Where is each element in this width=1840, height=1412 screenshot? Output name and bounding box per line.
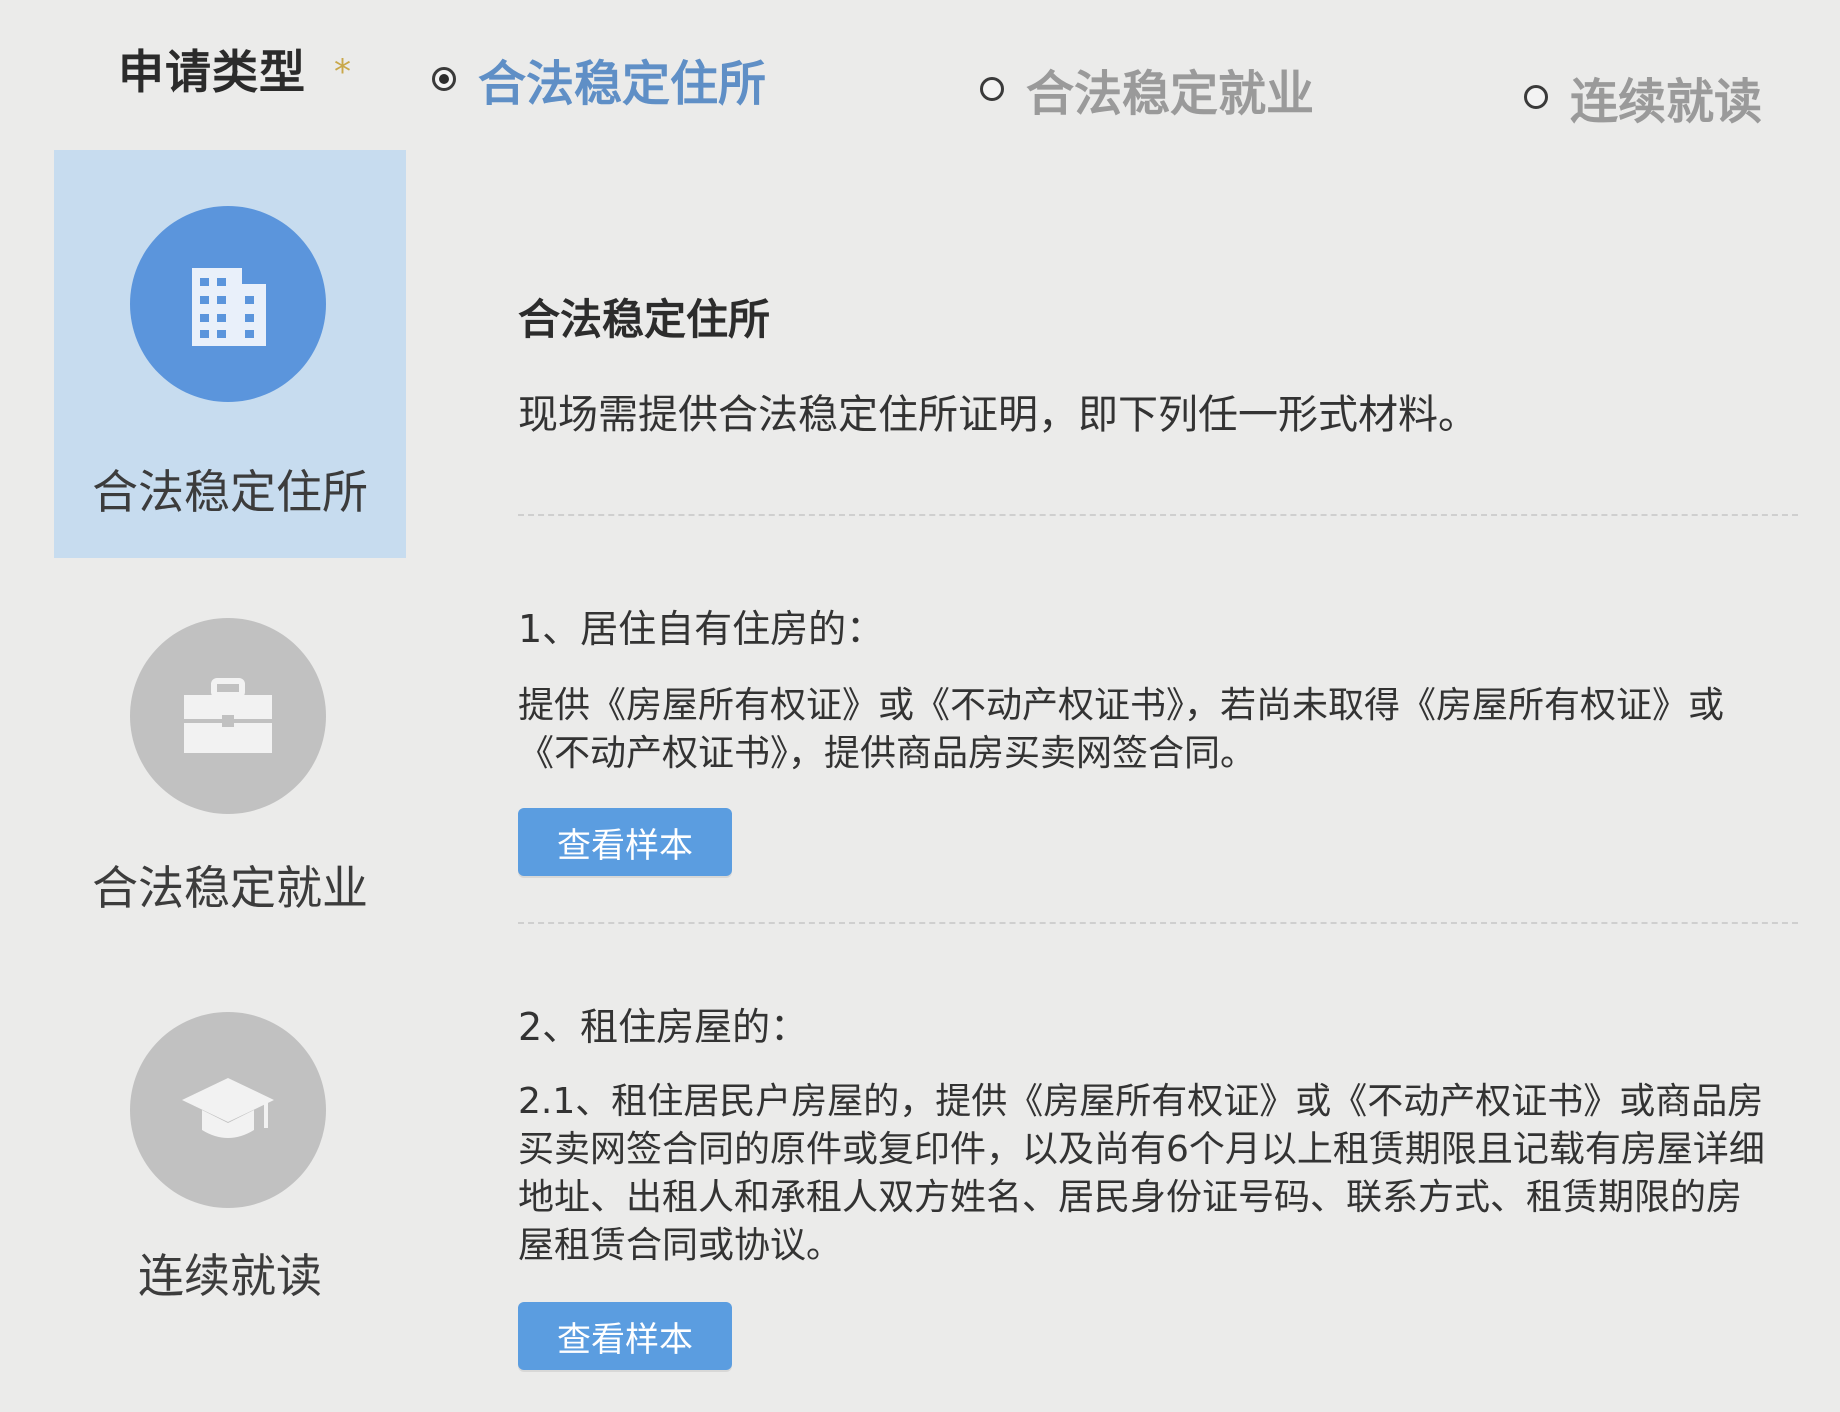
graduation-cap-icon [178,1070,278,1150]
radio-label: 连续就读 [1570,74,1763,130]
section-title: 合法稳定住所 [518,295,771,344]
radio-label: 合法稳定住所 [478,56,767,112]
radio-option-legal-employment[interactable]: 合法稳定就业 [980,54,1314,124]
tab-icon-circle [130,1012,326,1208]
requirement-heading: 1、居住自有住房的： [518,607,885,651]
building-icon [180,256,276,352]
radio-label: 合法稳定就业 [1026,66,1315,122]
radio-button[interactable] [980,77,1004,101]
briefcase-icon [178,671,278,761]
radio-button-checked[interactable] [432,67,456,91]
radio-option-continuous-study[interactable]: 连续就读 [1524,62,1762,132]
section-intro: 现场需提供合法稳定住所证明，即下列任一形式材料。 [518,392,1478,438]
requirement-body: 提供《房屋所有权证》或《不动产权证书》，若尚未取得《房屋所有权证》或《不动产权证… [518,685,1725,774]
view-sample-button[interactable]: 查看样本 [518,1302,732,1370]
radio-button[interactable] [1524,85,1548,109]
application-type-label: 申请类型 [118,45,306,99]
side-tab-legal-employment[interactable]: 合法稳定就业 [54,590,406,998]
view-sample-button[interactable]: 查看样本 [518,808,732,876]
tab-icon-circle [130,206,326,402]
divider [518,514,1798,516]
tab-icon-circle [130,618,326,814]
application-type-bar: 申请类型 * 合法稳定住所 合法稳定就业 连续就读 [0,0,1840,150]
side-tab-legal-residence[interactable]: 合法稳定住所 [54,150,406,558]
requirement-body: 2.1、租住居民户房屋的，提供《房屋所有权证》或《不动产权证书》或商品房买卖网签… [518,1081,1765,1266]
radio-option-legal-residence[interactable]: 合法稳定住所 [432,44,766,114]
divider [518,922,1798,924]
side-tab-label: 合法稳定就业 [92,861,368,915]
side-tab-label: 合法稳定住所 [92,465,368,519]
requirement-heading: 2、租住房屋的： [518,1005,809,1049]
side-tab-continuous-study[interactable]: 连续就读 [54,990,406,1398]
side-tab-label: 连续就读 [138,1249,322,1303]
required-mark: * [334,52,351,92]
